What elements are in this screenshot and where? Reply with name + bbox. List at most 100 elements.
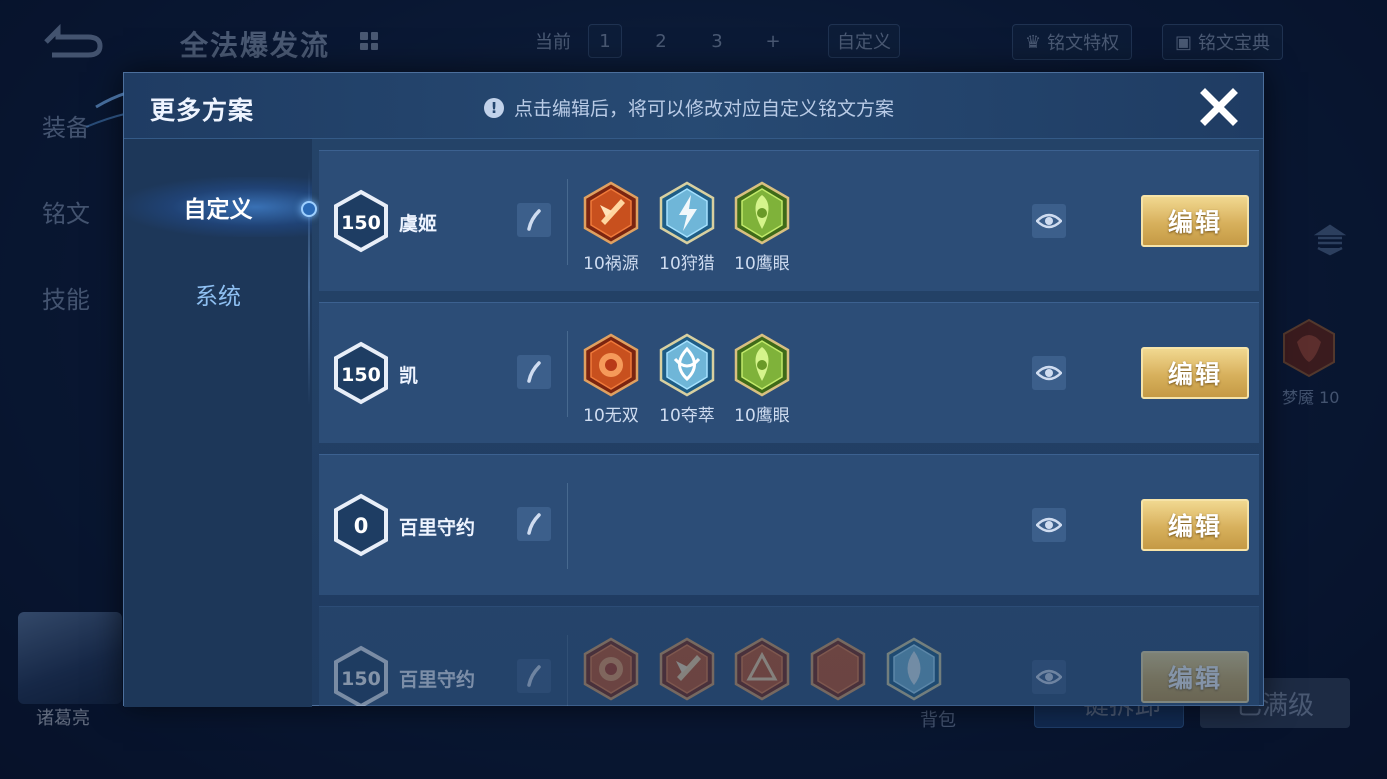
rune-label: 10无双 [583,406,639,426]
pencil-icon [527,513,541,535]
rune-blue-knot-icon [659,333,715,397]
level-hex-badge: 150 [334,189,388,253]
preview-button[interactable] [1032,660,1066,694]
rune-green-leaf-icon [734,333,790,397]
rune-red-blade-icon [659,637,715,701]
pencil-icon [527,209,541,231]
header-note: ! 点击编辑后，将可以修改对应自定义铭文方案 [484,94,894,121]
rune-slot[interactable]: 10无双 [581,333,641,426]
side-nav-equipment[interactable]: 装备 [42,108,90,143]
rune-label: 10鹰眼 [734,254,790,274]
tab-slot-3[interactable]: 3 [700,24,734,58]
rename-button[interactable] [517,355,551,389]
rune-green-leaf-icon [734,181,790,245]
bag-label[interactable]: 背包 [920,706,956,732]
level-hex-badge: 150 [334,645,388,706]
side-rune-icon[interactable] [1282,318,1336,378]
row-separator [567,635,568,706]
rune-label: 10夺萃 [659,406,715,426]
rune-slot[interactable]: 10鹰眼 [732,181,792,274]
custom-tab[interactable]: 自定义 [828,24,900,58]
preview-button[interactable] [1032,508,1066,542]
page-title: 全法爆发流 [180,29,331,62]
rune-red-rose-icon [583,333,639,397]
hero-avatar[interactable] [18,612,122,704]
modal-header: 更多方案 ! 点击编辑后，将可以修改对应自定义铭文方案 [124,73,1263,139]
info-icon: ! [484,97,504,118]
tab-slot-2[interactable]: 2 [644,24,678,58]
level-value: 0 [354,514,369,538]
rune-slot[interactable] [581,637,641,705]
rune-privilege-label: 铭文特权 [1047,33,1120,54]
rune-blue-drop-icon [886,637,942,701]
scheme-row: 150 虞姬 10祸源 10狩猎 10鹰眼 编辑 [319,150,1259,291]
rune-label: 10狩猎 [659,254,715,274]
rename-button[interactable] [517,507,551,541]
rune-slot[interactable]: 10狩猎 [657,181,717,274]
scheme-row: 150 凯 10无双 10夺萃 10鹰眼 编辑 [319,302,1259,443]
grid-icon[interactable] [356,28,382,54]
tab-system[interactable]: 系统 [124,264,312,324]
tab-custom[interactable]: 自定义 [124,177,312,237]
more-schemes-modal: 更多方案 ! 点击编辑后，将可以修改对应自定义铭文方案 自定义 系统 150 虞姬… [86,72,1264,707]
add-slot-button[interactable]: + [756,24,790,58]
back-arrow-icon[interactable] [36,24,106,60]
level-value: 150 [341,364,381,386]
rune-codex-label: 铭文宝典 [1198,33,1271,54]
scheme-name: 凯 [399,365,419,387]
side-nav-runes[interactable]: 铭文 [42,194,90,229]
side-nav-skills[interactable]: 技能 [42,280,90,315]
row-separator [567,179,568,265]
level-value: 150 [341,668,381,690]
scheme-list: 150 虞姬 10祸源 10狩猎 10鹰眼 编辑 150 凯 10无双 10夺萃 10鹰眼 编辑 0 百里… [319,150,1259,706]
edit-button[interactable]: 编辑 [1141,499,1249,551]
rune-codex-button[interactable]: ▣ 铭文宝典 [1162,24,1284,60]
tab-slot-1[interactable]: 1 [588,24,622,58]
hero-name: 诸葛亮 [36,708,90,729]
preview-button[interactable] [1032,204,1066,238]
scheme-row: 150 百里守约 编辑 [319,606,1259,706]
current-label: 当前 [535,32,571,53]
rune-label: 10鹰眼 [734,406,790,426]
rune-red-rose-icon [583,637,639,701]
header-note-text: 点击编辑后，将可以修改对应自定义铭文方案 [514,98,895,120]
rune-label: 10祸源 [583,254,639,274]
rune-red-moon-icon [810,637,866,701]
scheme-tabs: 当前 1 2 3 + 自定义 [526,24,900,58]
rune-red-blade-icon [583,181,639,245]
scheme-name: 百里守约 [399,669,476,691]
edit-button[interactable]: 编辑 [1141,651,1249,703]
eye-icon [1036,517,1062,533]
menu-icon[interactable] [1314,224,1346,256]
scheme-name: 百里守约 [399,517,476,539]
edit-button[interactable]: 编辑 [1141,195,1249,247]
rune-slot[interactable]: 10夺萃 [657,333,717,426]
pencil-icon [527,361,541,383]
row-separator [567,331,568,417]
crown-icon: ♛ [1025,31,1042,53]
rune-blue-bolt-icon [659,181,715,245]
rune-slot[interactable] [808,637,868,705]
rune-privilege-button[interactable]: ♛ 铭文特权 [1012,24,1133,60]
active-tab-indicator [301,201,317,217]
rune-slot[interactable]: 10鹰眼 [732,333,792,426]
preview-button[interactable] [1032,356,1066,390]
level-hex-badge: 0 [334,493,388,557]
rune-slot[interactable]: 10祸源 [581,181,641,274]
rename-button[interactable] [517,659,551,693]
rune-slot[interactable] [657,637,717,705]
rune-slot[interactable] [732,637,792,705]
modal-title: 更多方案 [150,96,255,125]
rune-red-tri-icon [734,637,790,701]
eye-icon [1036,669,1062,685]
edit-button[interactable]: 编辑 [1141,347,1249,399]
rune-slot[interactable] [884,637,944,705]
level-hex-badge: 150 [334,341,388,405]
close-icon[interactable] [1197,85,1241,129]
book-icon: ▣ [1175,31,1193,53]
scheme-name: 虞姬 [399,213,438,235]
eye-icon [1036,213,1062,229]
rename-button[interactable] [517,203,551,237]
row-separator [567,483,568,569]
eye-icon [1036,365,1062,381]
